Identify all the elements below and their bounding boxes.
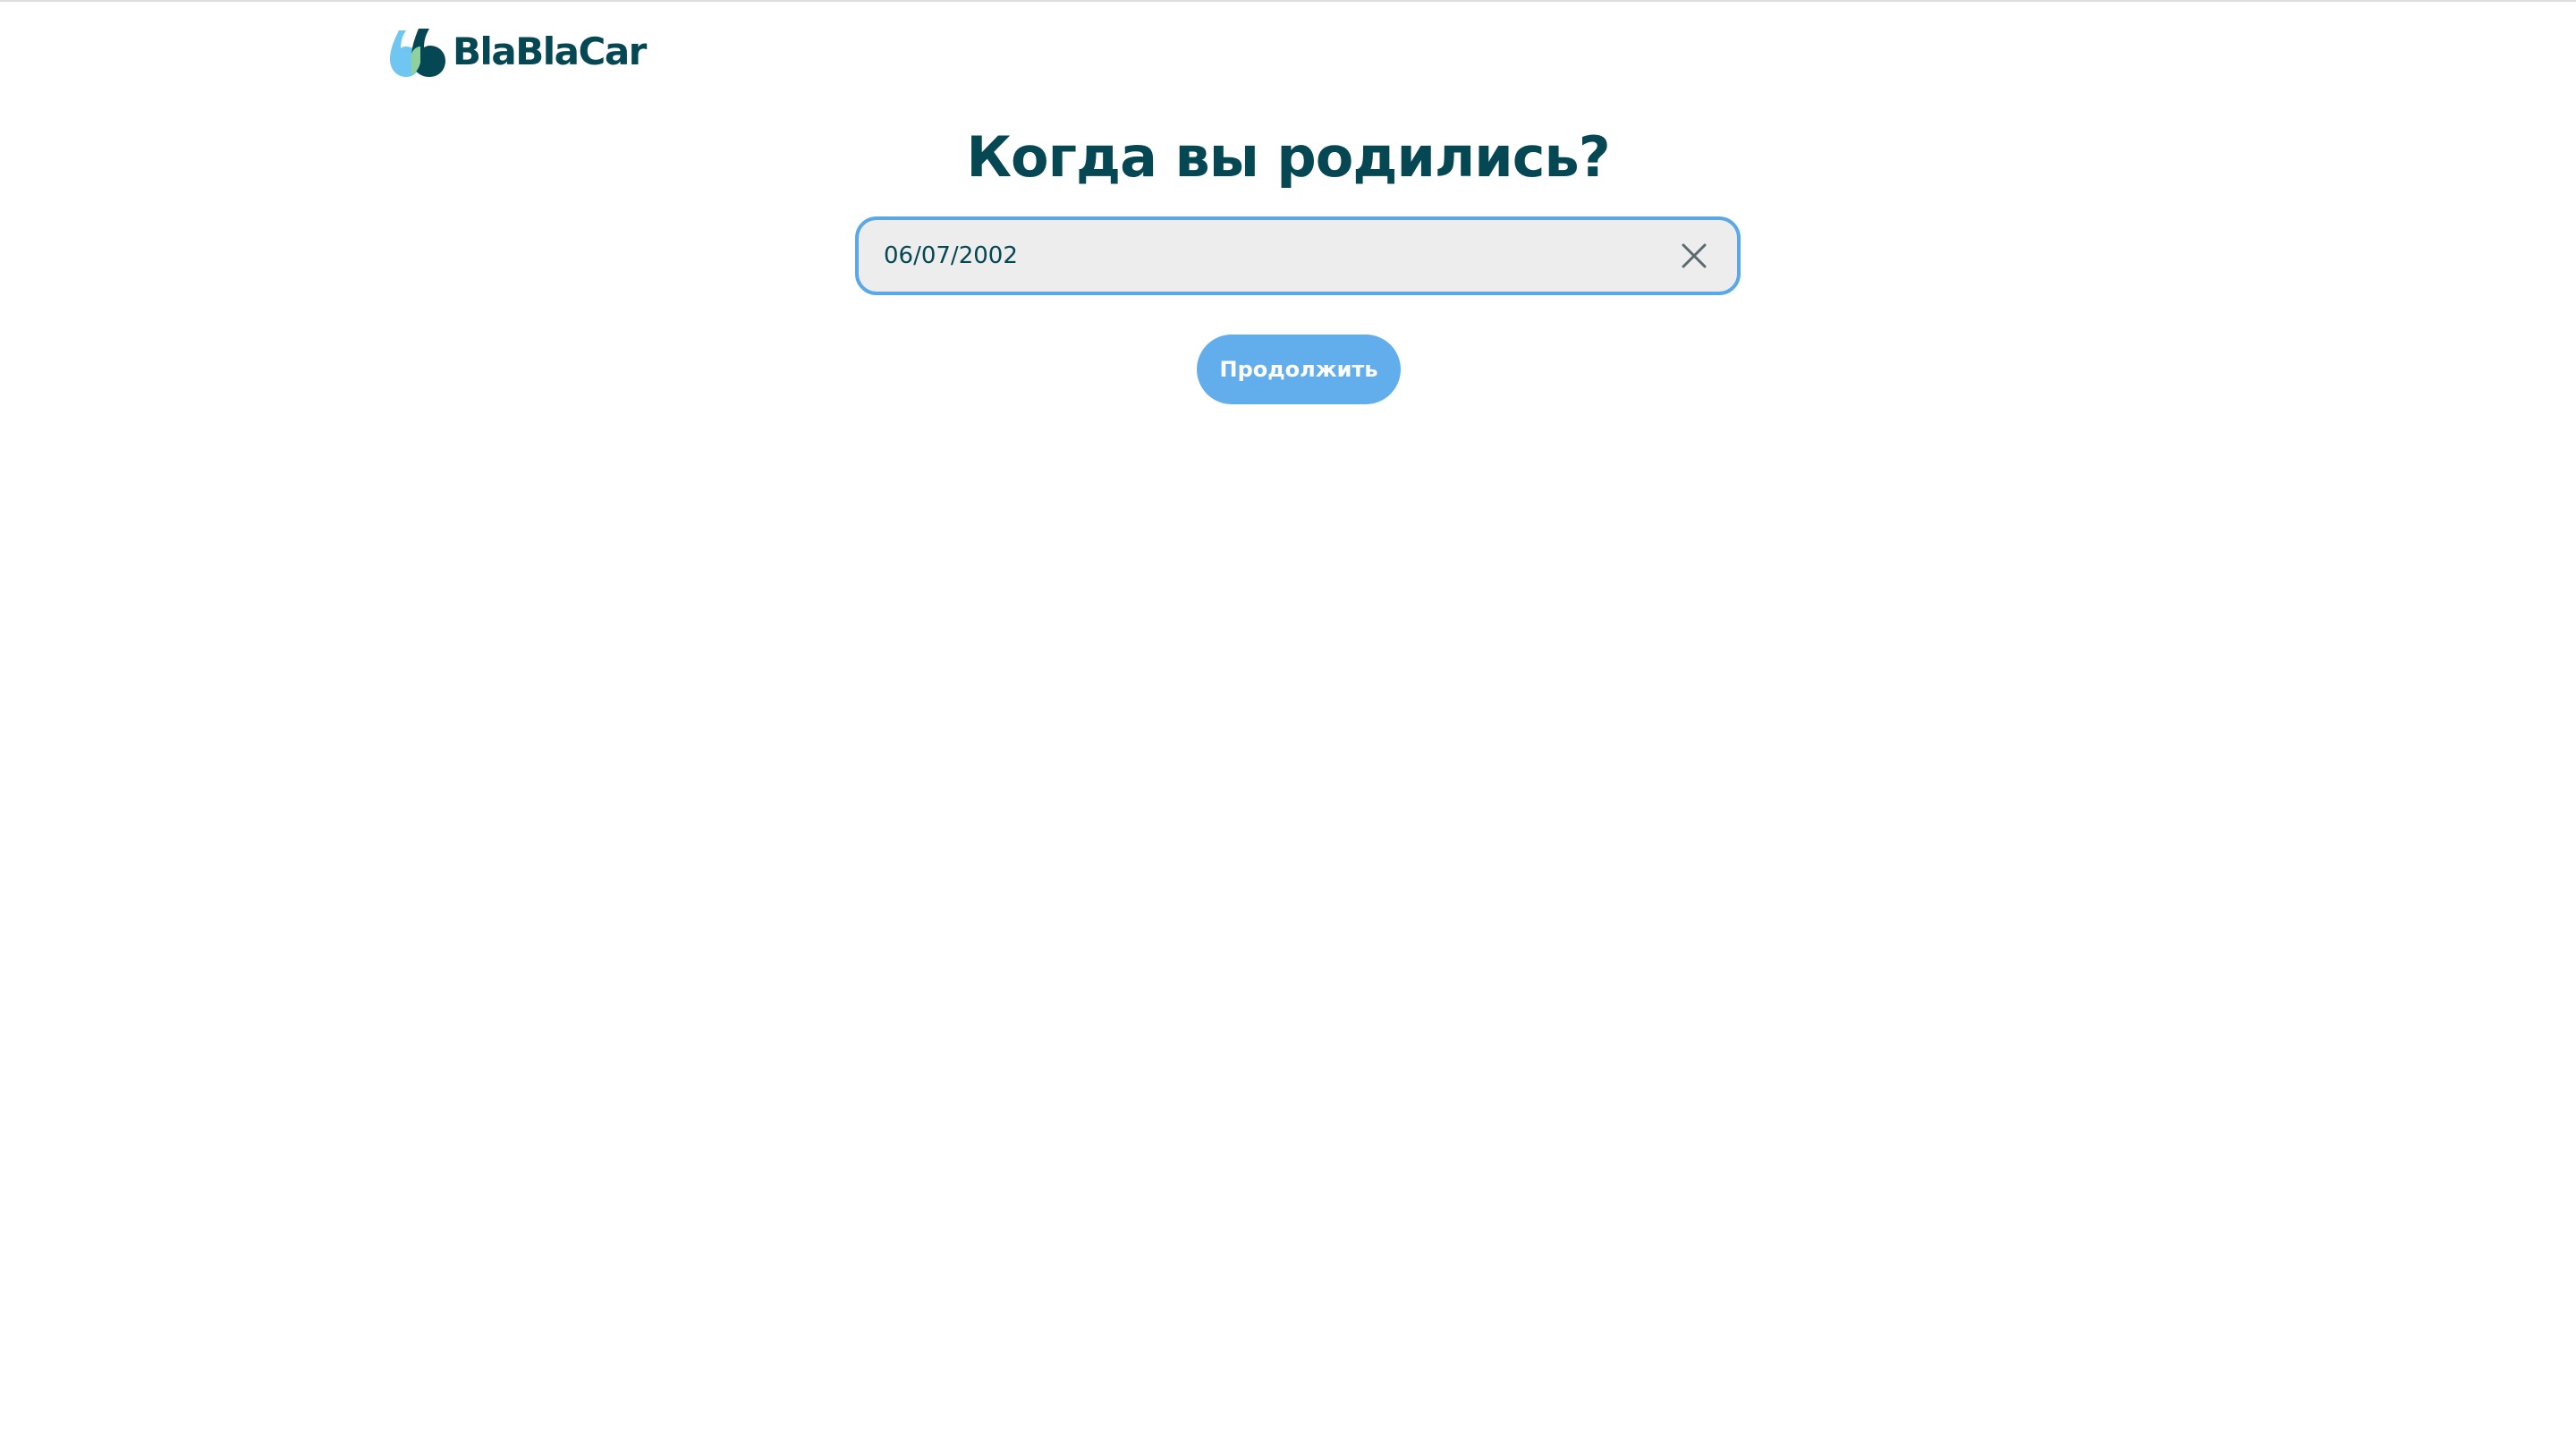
page-title: Когда вы родились? (966, 124, 1610, 190)
close-icon (1682, 243, 1707, 268)
logo-wordmark: BlaBlaCar (453, 30, 647, 73)
logo-link[interactable]: BlaBlaCar (390, 27, 647, 77)
blablacar-logo-icon (390, 29, 445, 77)
clear-button[interactable] (1673, 234, 1716, 277)
birthdate-field[interactable] (855, 216, 1741, 295)
birthdate-input[interactable] (884, 220, 1673, 292)
continue-button[interactable]: Продолжить (1197, 335, 1401, 404)
top-divider (0, 0, 2576, 2)
site-header: BlaBlaCar (390, 25, 647, 79)
